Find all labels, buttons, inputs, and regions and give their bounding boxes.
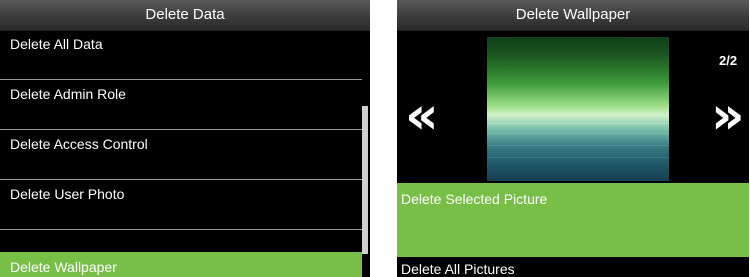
wallpaper-wave — [487, 123, 669, 124]
wallpaper-wave — [487, 145, 669, 146]
wallpaper-wave — [487, 133, 669, 134]
menu-item-delete-selected-picture[interactable]: Delete Selected Picture — [397, 183, 749, 257]
menu-item-label: Delete All Data — [10, 36, 103, 52]
menu-item-delete-all-data[interactable]: Delete All Data — [0, 30, 362, 80]
menu-item-label: Delete User Photo — [10, 186, 125, 202]
menu-item-label: Delete Wallpaper — [10, 259, 117, 275]
menu-item-label: Delete Admin Role — [10, 86, 126, 102]
menu-item-delete-wallpaper[interactable]: Delete Wallpaper — [0, 252, 362, 277]
screen-title: Delete Data — [0, 0, 370, 31]
wallpaper-wave — [487, 157, 669, 158]
menu-item-delete-admin-role[interactable]: Delete Admin Role — [0, 80, 362, 130]
double-chevron-right-icon[interactable]: » — [711, 90, 744, 142]
wallpaper-preview — [487, 37, 669, 181]
delete-wallpaper-screen: Delete Wallpaper « 2/2 » Delete Selected… — [397, 0, 749, 277]
menu-item-delete-all-pictures[interactable]: Delete All Pictures — [397, 257, 749, 277]
menu-item-delete-user-photo[interactable]: Delete User Photo — [0, 180, 362, 230]
delete-data-screen: Delete Data Delete All Data Delete Admin… — [0, 0, 370, 277]
wallpaper-image — [487, 37, 669, 181]
screen-title: Delete Wallpaper — [397, 0, 749, 31]
menu-item-label: Delete Selected Picture — [401, 191, 548, 207]
double-chevron-left-icon[interactable]: « — [405, 90, 438, 142]
menu-item-label: Delete Access Control — [10, 136, 148, 152]
menu-item-delete-access-control[interactable]: Delete Access Control — [0, 130, 362, 180]
menu-item-label: Delete All Pictures — [401, 261, 515, 277]
scrollbar[interactable] — [362, 106, 368, 254]
picture-counter: 2/2 — [719, 53, 738, 68]
